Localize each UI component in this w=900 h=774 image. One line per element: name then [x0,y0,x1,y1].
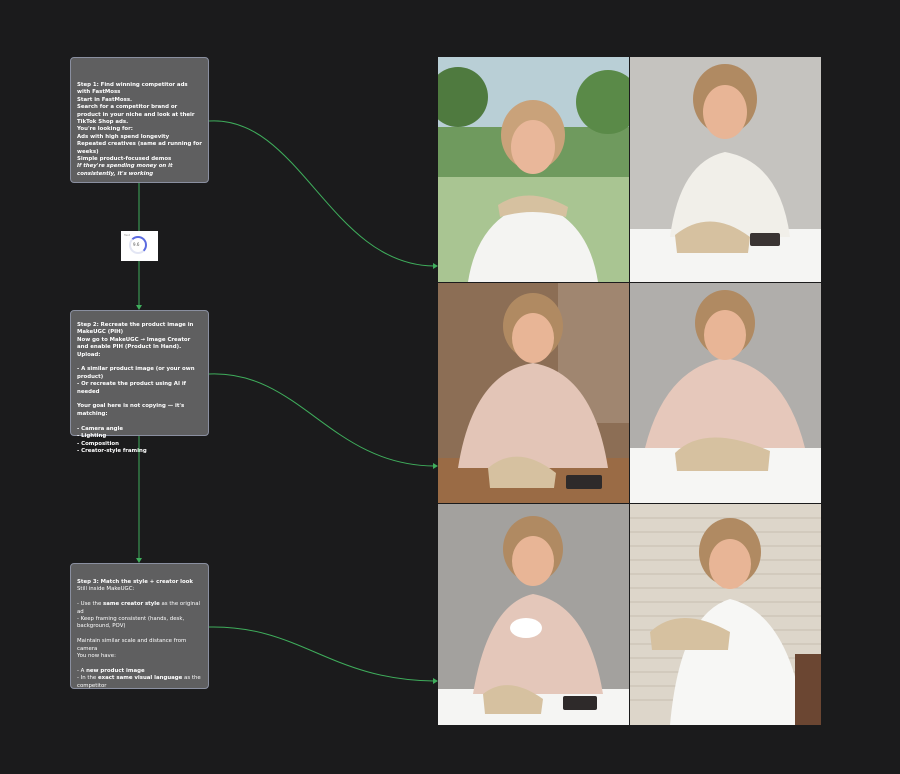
image-gallery[interactable] [428,57,821,725]
step2-check: - Creator-style framing [77,447,147,454]
step1-title: Step 1: Find winning competitor ads with… [77,82,190,96]
gallery-image-4 [630,283,821,503]
step3-title: Step 3: Match the style + creator look [77,579,193,585]
gallery-image-1 [428,57,640,282]
thumbnail-value: 9.6 [133,242,140,247]
step3-use: - Use the same creator style as the orig… [77,601,202,615]
step3-keep: - Keep framing consistent (hands, desk, … [77,616,186,630]
step2-option: - Or recreate the product using AI if ne… [77,381,188,395]
step2-check: - Composition [77,440,119,447]
step3-node[interactable]: Step 3: Match the style + creator look S… [70,563,209,689]
workflow-canvas[interactable]: Step 1: Find winning competitor ads with… [0,0,900,774]
step2-line2: Upload: [77,351,101,358]
step3-you-now: You now have: [77,653,116,660]
step3-line1: Still inside MakeUGC: [77,586,135,593]
step1-node[interactable]: Step 1: Find winning competitor ads with… [70,57,209,183]
step1-bullet: Ads with high spend longevity [77,133,170,140]
step1-bullet: Simple product-focused demos [77,156,172,163]
gallery-image-6 [630,504,821,725]
step2-option: - A similar product image (or your own p… [77,366,197,380]
gallery-image-5 [438,504,629,725]
step1-line2: Search for a competitor brand or product… [77,104,197,126]
step1-bullet: Repeated creatives (same ad running for … [77,141,204,155]
connector-step2-to-image [208,373,435,467]
step2-line1: Now go to MakeUGC → Image Creator and en… [77,336,193,351]
step2-node[interactable]: Step 2: Recreate the product image in Ma… [70,310,209,454]
connector-step3-to-image [208,626,435,682]
step2-check: - Lighting [77,433,107,440]
score-thumbnail[interactable]: Test 9.6 [121,231,158,261]
step2-check: - Camera angle [77,425,123,432]
step3-maintain: Maintain similar scale and distance from… [77,638,188,652]
step2-goal: Your goal here is not copying — it's mat… [77,403,187,417]
step3-have1: - A new product image [77,667,145,674]
step3-have2: - In the exact same visual language as t… [77,675,203,689]
step1-note: If they're spending money on it consiste… [77,163,175,177]
step1-line3: You're looking for: [77,126,133,133]
step1-intro: Start in FastMoss. [77,96,133,103]
gallery-image-3 [438,283,629,503]
gallery-image-2 [630,57,821,282]
connector-step1-to-image [208,120,435,267]
thumbnail-title: Test [124,233,130,237]
gallery-svg [428,57,821,725]
step2-title: Step 2: Recreate the product image in Ma… [77,322,196,336]
